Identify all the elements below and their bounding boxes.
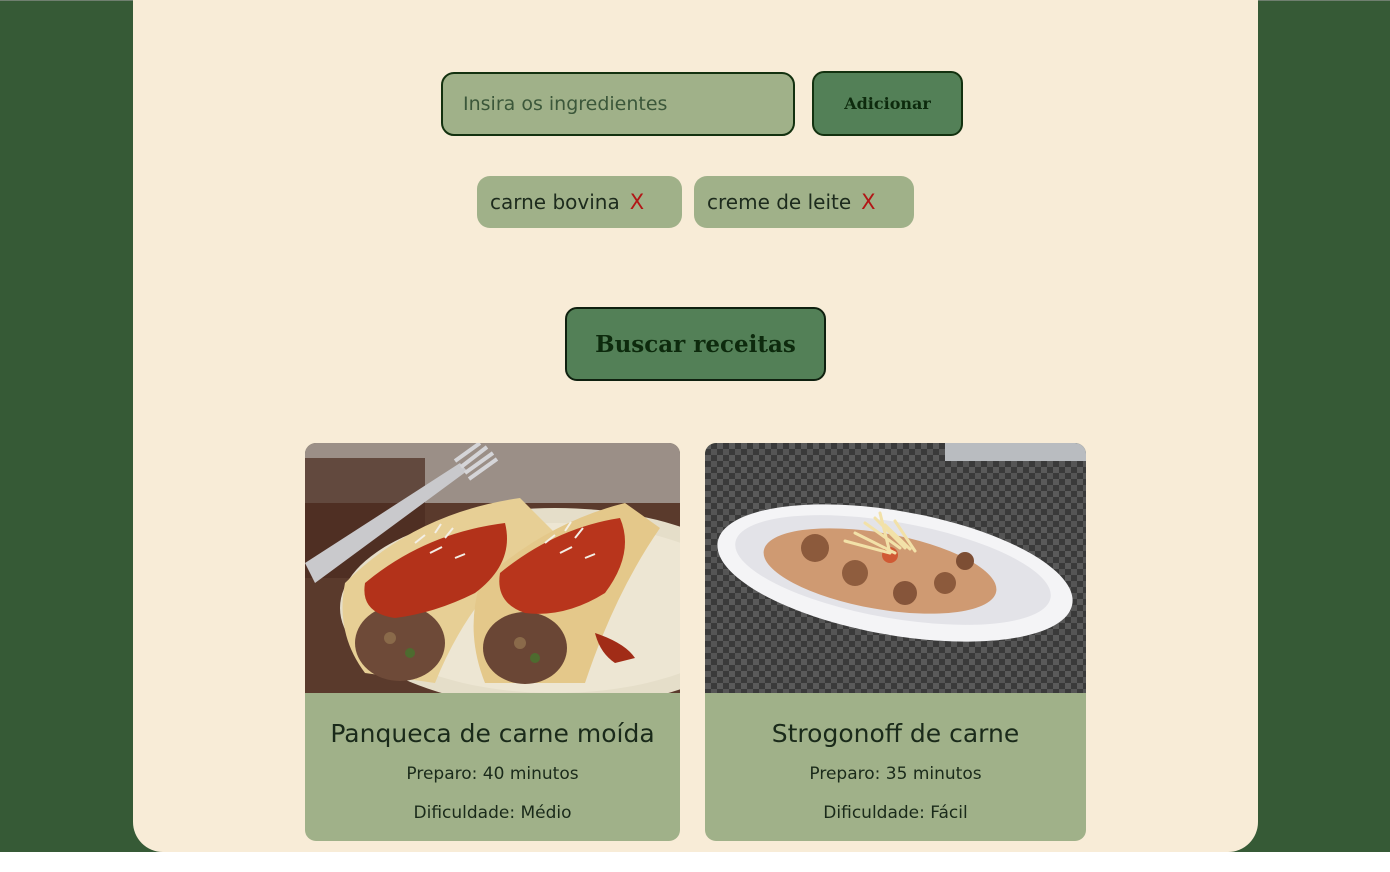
ingredient-chip: carne bovina X bbox=[477, 176, 682, 228]
ingredient-chip-label: creme de leite bbox=[707, 190, 852, 214]
recipe-prep-time: Preparo: 35 minutos bbox=[809, 764, 982, 784]
recipe-title: Panqueca de carne moída bbox=[330, 719, 655, 748]
recipe-photo-pancakes bbox=[305, 443, 680, 693]
ingredient-chip: creme de leite X bbox=[694, 176, 914, 228]
search-recipes-button[interactable]: Buscar receitas bbox=[565, 307, 826, 381]
remove-ingredient-button[interactable]: X bbox=[630, 190, 644, 214]
recipe-photo-strogonoff bbox=[705, 443, 1086, 693]
recipe-difficulty: Dificuldade: Médio bbox=[413, 803, 572, 823]
recipe-title: Strogonoff de carne bbox=[771, 719, 1020, 748]
remove-ingredient-button[interactable]: X bbox=[861, 190, 875, 214]
add-ingredient-button[interactable]: Adicionar bbox=[812, 71, 963, 136]
ingredient-chip-label: carne bovina bbox=[490, 190, 620, 214]
ingredient-input[interactable] bbox=[441, 72, 795, 136]
recipe-card[interactable]: Panqueca de carne moída Preparo: 40 minu… bbox=[305, 443, 680, 841]
recipe-difficulty: Dificuldade: Fácil bbox=[823, 803, 968, 823]
recipe-prep-time: Preparo: 40 minutos bbox=[406, 764, 579, 784]
recipe-card[interactable]: Strogonoff de carne Preparo: 35 minutos … bbox=[705, 443, 1086, 841]
